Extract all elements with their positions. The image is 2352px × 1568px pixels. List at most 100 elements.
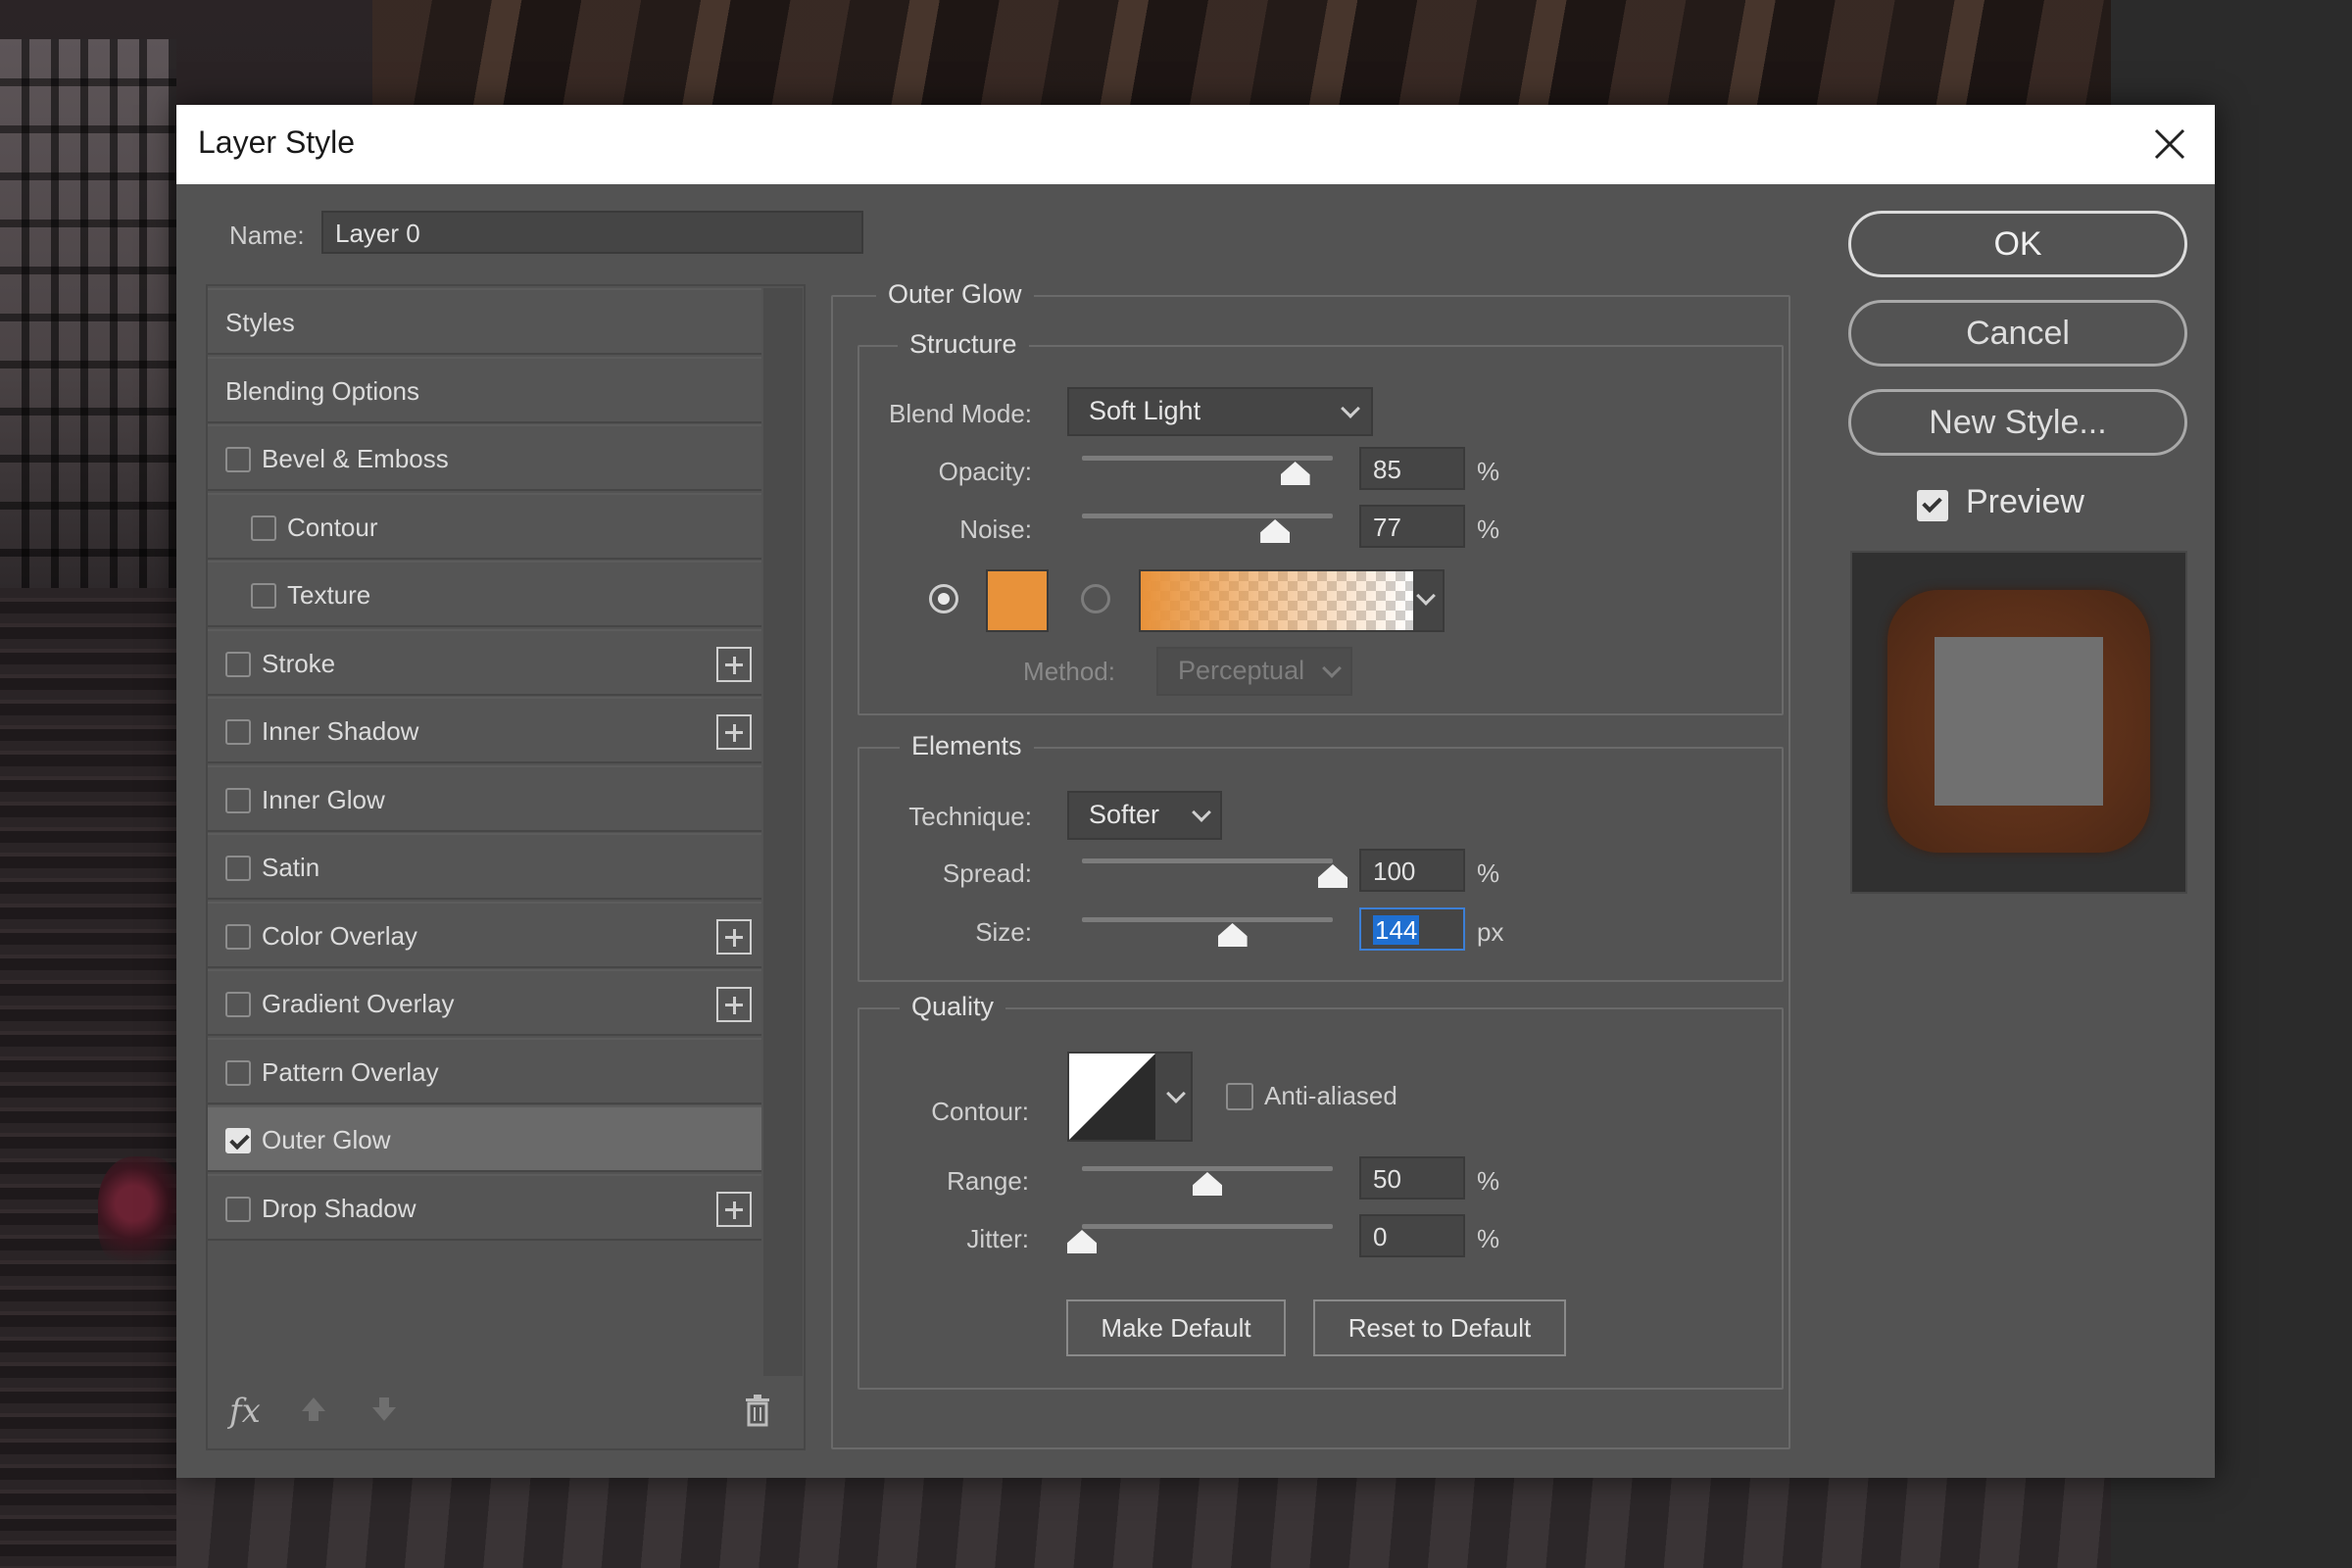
style-enable-checkbox[interactable]	[225, 1196, 251, 1222]
technique-dropdown[interactable]: Softer	[1067, 791, 1222, 840]
style-item-label: Contour	[287, 512, 378, 542]
styles-list-item[interactable]: Inner Glow	[208, 764, 761, 832]
jitter-input[interactable]: 0	[1359, 1214, 1465, 1257]
style-enable-checkbox[interactable]	[225, 447, 251, 472]
effect-preview-box	[1850, 551, 2187, 894]
cancel-button[interactable]: Cancel	[1848, 300, 2187, 367]
styles-list-item[interactable]: Drop Shadow	[208, 1173, 761, 1241]
contour-picker[interactable]	[1067, 1052, 1193, 1142]
new-style-button[interactable]: New Style...	[1848, 389, 2187, 456]
styles-list-item[interactable]: Gradient Overlay	[208, 969, 761, 1036]
add-instance-icon[interactable]	[716, 1191, 752, 1227]
style-enable-checkbox[interactable]	[225, 719, 251, 745]
add-instance-icon[interactable]	[716, 987, 752, 1022]
size-input-selected-text: 144	[1373, 915, 1420, 945]
style-item-label: Satin	[262, 853, 320, 882]
arrow-down-icon	[372, 1397, 396, 1421]
spread-unit: %	[1477, 858, 1500, 888]
opacity-unit: %	[1477, 457, 1500, 486]
method-dropdown[interactable]: Perceptual	[1156, 647, 1352, 696]
style-item-label: Bevel & Emboss	[262, 444, 449, 473]
range-slider[interactable]	[1082, 1166, 1333, 1171]
opacity-label: Opacity:	[938, 457, 1032, 486]
style-enable-checkbox[interactable]	[225, 923, 251, 950]
opacity-slider[interactable]	[1082, 456, 1333, 461]
blend-mode-dropdown[interactable]: Soft Light	[1067, 387, 1373, 436]
add-instance-icon[interactable]	[716, 714, 752, 750]
styles-scrollbar[interactable]	[763, 288, 803, 1376]
dialog-title: Layer Style	[198, 124, 356, 160]
layer-name-input[interactable]: Layer 0	[321, 211, 863, 254]
jitter-slider[interactable]	[1082, 1224, 1333, 1229]
noise-label: Noise:	[959, 514, 1032, 544]
solid-color-radio[interactable]	[929, 584, 958, 613]
style-item-label: Texture	[287, 580, 371, 610]
anti-aliased-checkbox[interactable]	[1226, 1083, 1253, 1110]
preview-label: Preview	[1966, 483, 2084, 520]
styles-list-item[interactable]: Outer Glow	[208, 1105, 761, 1172]
style-item-label: Inner Shadow	[262, 716, 419, 746]
add-instance-icon[interactable]	[716, 646, 752, 682]
style-enable-checkbox[interactable]	[225, 1128, 251, 1153]
style-enable-checkbox[interactable]	[225, 856, 251, 881]
style-enable-checkbox[interactable]	[251, 583, 276, 609]
size-input[interactable]: 144	[1359, 907, 1465, 951]
range-label: Range:	[947, 1166, 1029, 1196]
spread-slider[interactable]	[1082, 858, 1333, 863]
close-button[interactable]	[2146, 121, 2193, 168]
contour-linear-icon	[1069, 1054, 1155, 1140]
make-default-button[interactable]: Make Default	[1066, 1299, 1286, 1356]
styles-list-item[interactable]: Pattern Overlay	[208, 1037, 761, 1104]
style-enable-checkbox[interactable]	[225, 787, 251, 813]
chevron-down-icon	[1322, 659, 1342, 678]
styles-list-item[interactable]: Bevel & Emboss	[208, 424, 761, 491]
outer-glow-title: Outer Glow	[876, 279, 1034, 310]
gradient-radio[interactable]	[1081, 584, 1110, 613]
styles-list-item[interactable]: Blending Options	[208, 356, 761, 423]
styles-list-item[interactable]: Color Overlay	[208, 901, 761, 968]
delete-effect-button[interactable]	[743, 1394, 772, 1432]
dialog-titlebar[interactable]: Layer Style	[176, 105, 2215, 184]
style-item-label: Pattern Overlay	[262, 1056, 439, 1087]
chevron-down-icon	[1416, 586, 1436, 606]
styles-list-item[interactable]: Satin	[208, 833, 761, 900]
reset-to-default-button[interactable]: Reset to Default	[1313, 1299, 1566, 1356]
fx-button[interactable]: fx	[229, 1392, 261, 1431]
range-input[interactable]: 50	[1359, 1156, 1465, 1200]
gradient-preview	[1141, 571, 1413, 630]
opacity-input[interactable]: 85	[1359, 447, 1465, 490]
size-slider[interactable]	[1082, 917, 1333, 922]
noise-input[interactable]: 77	[1359, 505, 1465, 548]
move-down-button[interactable]	[368, 1394, 400, 1430]
style-item-label: Blending Options	[225, 375, 420, 406]
styles-list-item[interactable]: Contour	[208, 492, 761, 560]
method-label: Method:	[1023, 657, 1115, 686]
spread-label: Spread:	[942, 858, 1032, 888]
gradient-picker[interactable]	[1139, 569, 1445, 632]
ok-button[interactable]: OK	[1848, 211, 2187, 277]
spread-input[interactable]: 100	[1359, 849, 1465, 892]
size-label: Size:	[975, 917, 1032, 947]
method-value: Perceptual	[1178, 656, 1305, 685]
preview-checkbox[interactable]	[1917, 490, 1948, 521]
noise-slider[interactable]	[1082, 514, 1333, 518]
styles-list-item[interactable]: Stroke	[208, 628, 761, 696]
style-enable-checkbox[interactable]	[225, 651, 251, 677]
style-enable-checkbox[interactable]	[225, 992, 251, 1017]
styles-list-item[interactable]: Styles	[208, 288, 761, 355]
styles-list-item[interactable]: Inner Shadow	[208, 697, 761, 763]
arrow-up-icon	[302, 1397, 325, 1421]
style-enable-checkbox[interactable]	[225, 1059, 251, 1086]
chevron-down-icon	[1166, 1084, 1186, 1103]
fx-icon: fx	[229, 1392, 261, 1431]
styles-list-item[interactable]: Texture	[208, 561, 761, 627]
background-bridge-rafters	[372, 0, 2111, 108]
close-icon	[2154, 128, 2185, 160]
glow-color-swatch[interactable]	[986, 569, 1049, 632]
background-building	[0, 39, 176, 588]
move-up-button[interactable]	[298, 1394, 329, 1430]
elements-title: Elements	[900, 731, 1034, 761]
style-item-label: Drop Shadow	[262, 1193, 416, 1223]
style-enable-checkbox[interactable]	[251, 514, 276, 541]
add-instance-icon[interactable]	[716, 918, 752, 955]
